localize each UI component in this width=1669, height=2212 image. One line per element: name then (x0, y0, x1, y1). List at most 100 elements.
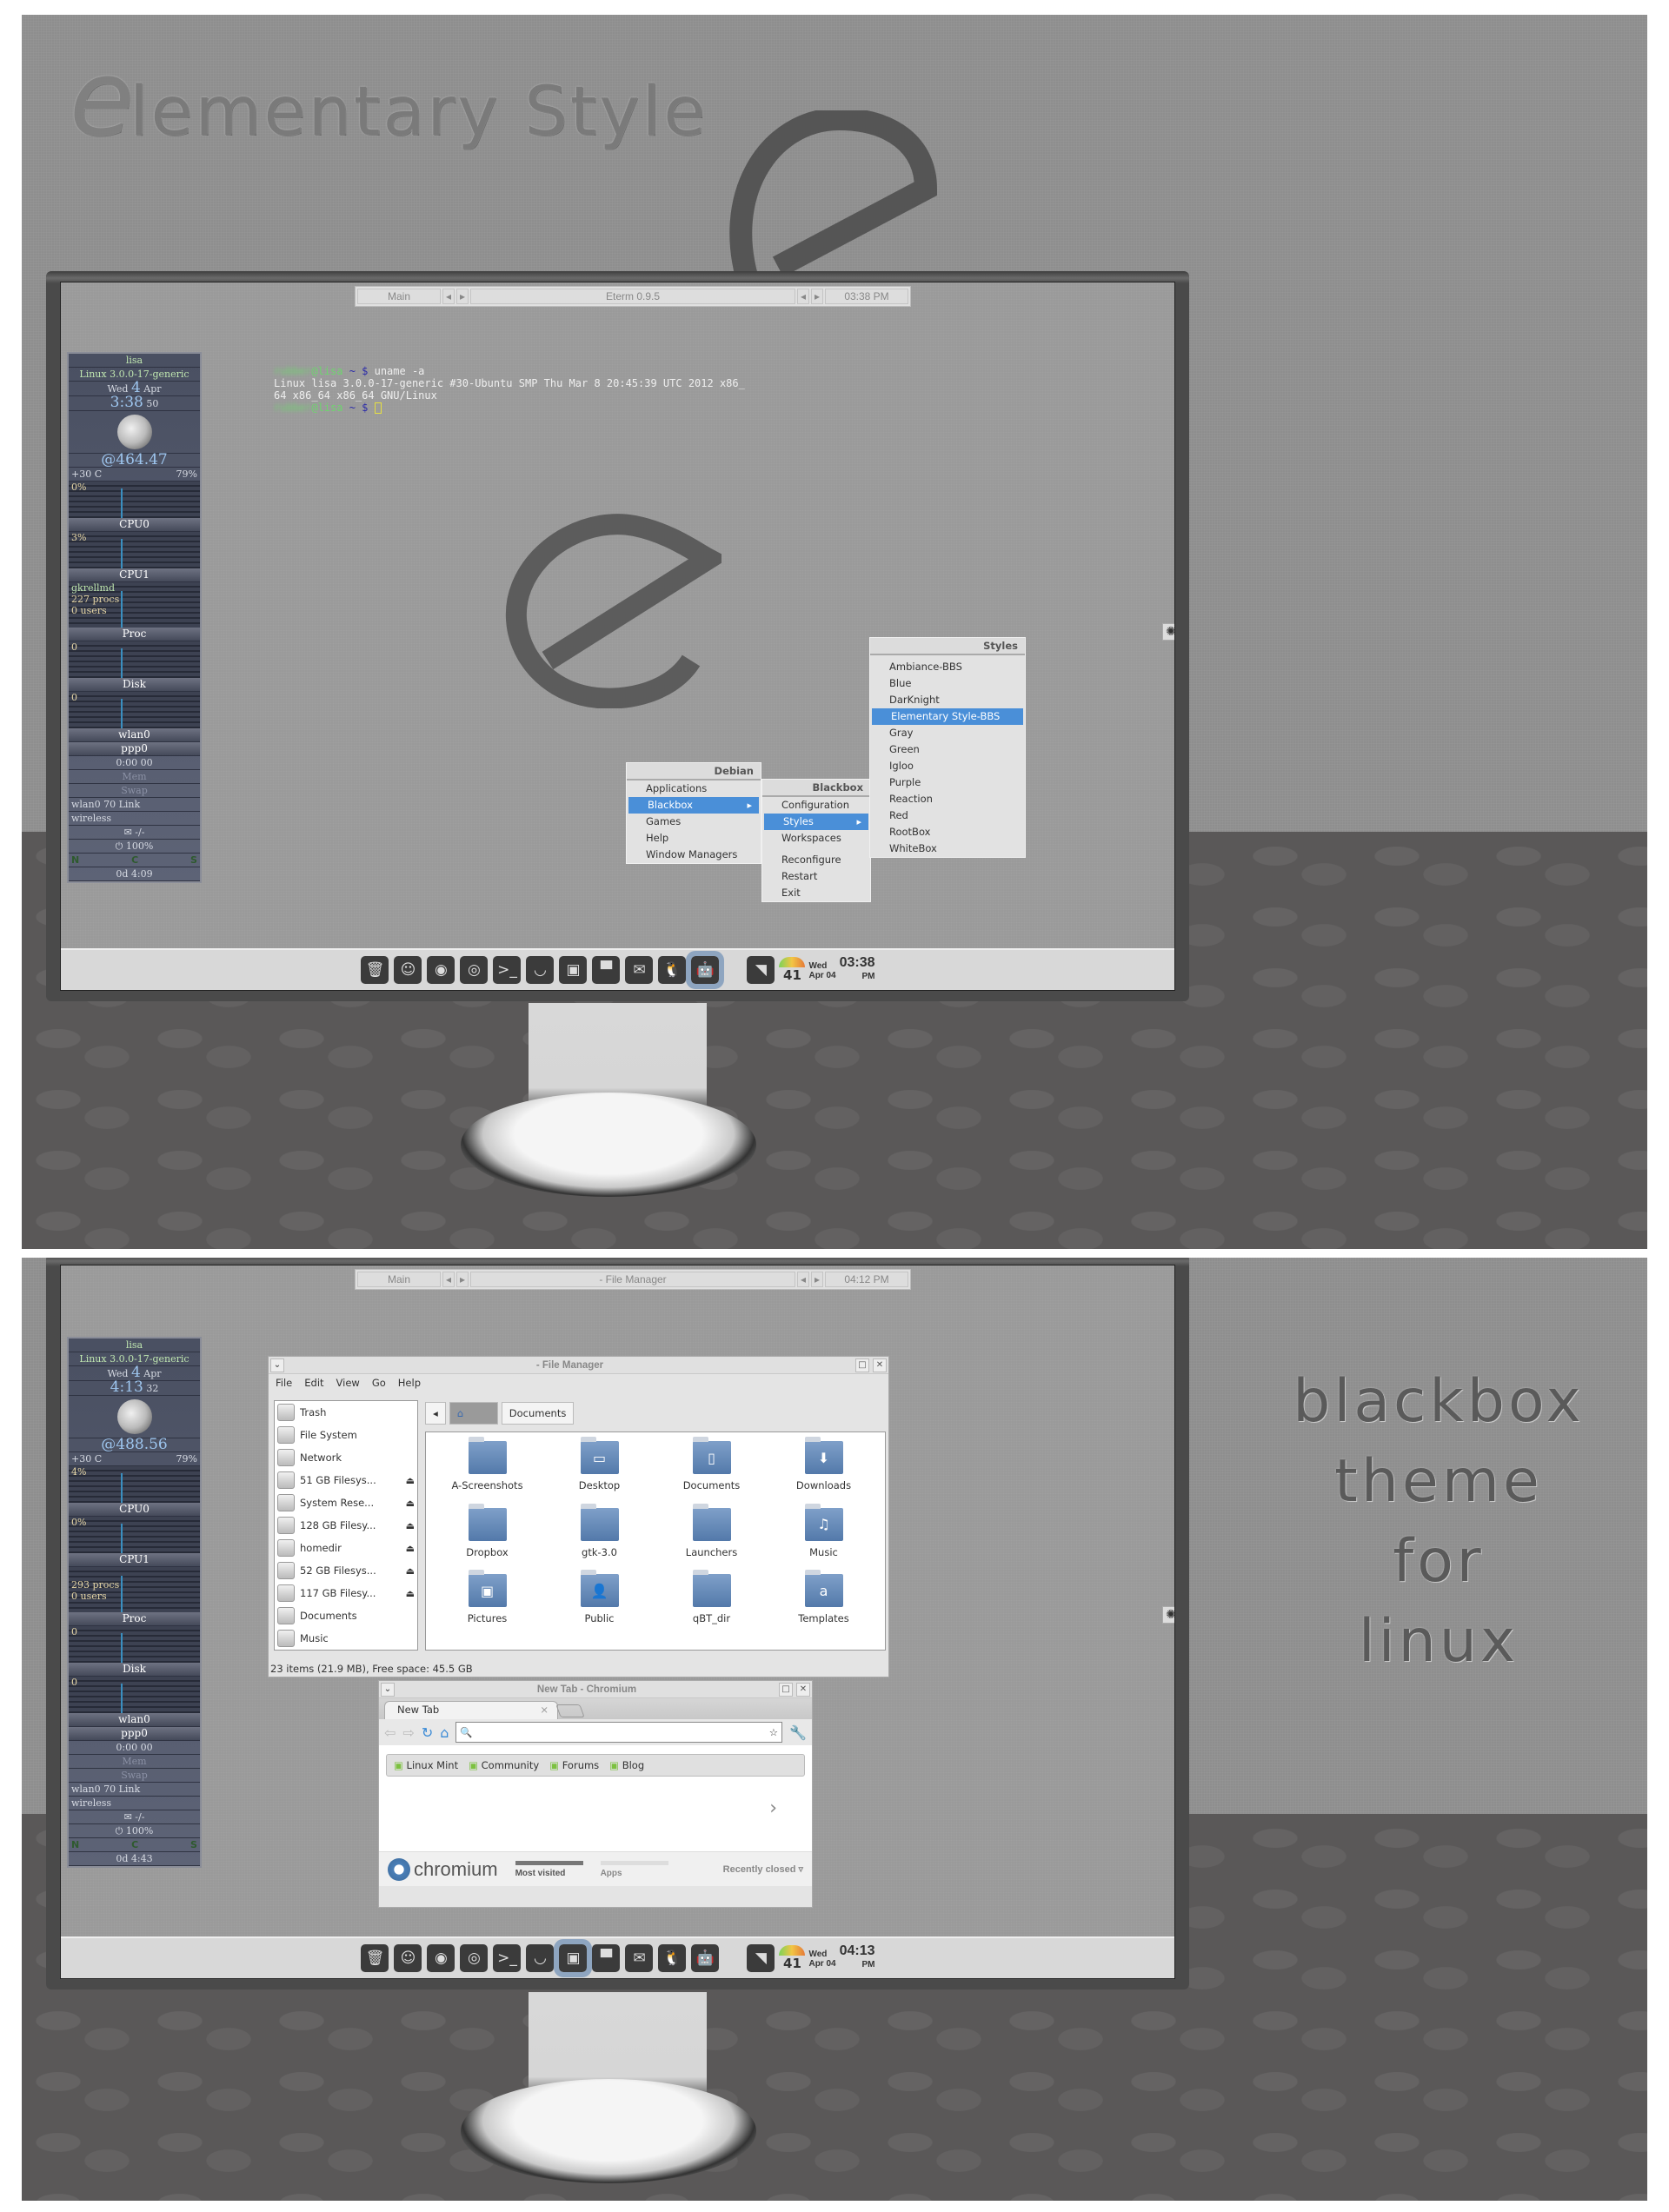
menu-item-style[interactable]: Igloo (870, 758, 1025, 774)
tab-new-tab[interactable]: New Tab × (384, 1701, 558, 1719)
rss-icon[interactable]: ◥ (747, 956, 775, 984)
file-item[interactable]: Launchers (655, 1503, 768, 1575)
dock-tux-icon[interactable]: 🐧 (658, 1944, 687, 1972)
menu-item-style[interactable]: Red (870, 807, 1025, 824)
dock-thunderbird-icon[interactable]: ✉ (625, 956, 654, 984)
menu-help[interactable]: Help (398, 1377, 421, 1389)
eterm-next-button-2[interactable]: ▸ (811, 1272, 823, 1287)
dock-tux-icon[interactable]: 🐧 (658, 956, 687, 984)
dock-chrome-icon[interactable]: ◎ (460, 956, 489, 984)
reload-icon[interactable]: ↻ (422, 1724, 433, 1741)
menu-file[interactable]: File (276, 1377, 292, 1389)
dock-chrome-icon[interactable]: ◎ (460, 1944, 489, 1972)
eterm-next-button[interactable]: ▸ (456, 1272, 469, 1287)
file-item[interactable]: ▣ Pictures (431, 1570, 543, 1641)
menu-item-window-managers[interactable]: Window Managers (627, 847, 761, 863)
path-home-button[interactable]: ⌂ (449, 1402, 498, 1425)
file-item[interactable]: qBT_dir (655, 1570, 768, 1641)
eject-icon[interactable]: ⏏ (406, 1498, 415, 1509)
file-item[interactable]: ⬇ Downloads (768, 1437, 880, 1508)
terminal-output[interactable]: rubber@lisa ~ $ uname -a Linux lisa 3.0.… (274, 365, 745, 414)
sidebar-item[interactable]: 52 GB Filesys... ⏏ (275, 1559, 417, 1582)
dock-android-icon[interactable]: 🤖 (686, 951, 725, 989)
menu-item-style[interactable]: Purple (870, 774, 1025, 791)
file-item[interactable]: 👤 Public (543, 1570, 655, 1641)
file-item[interactable]: ♫ Music (768, 1503, 880, 1575)
footer-tab-most-visited[interactable]: Most visited (515, 1860, 583, 1878)
menu-item-style[interactable]: WhiteBox (870, 840, 1025, 857)
eterm-main-tab[interactable]: Main (357, 1272, 441, 1287)
menu-item-reconfigure[interactable]: Reconfigure (762, 852, 870, 868)
menu-item-styles[interactable]: Styles (764, 814, 868, 830)
menu-edit[interactable]: Edit (304, 1377, 323, 1389)
forward-icon[interactable]: ⇨ (402, 1724, 414, 1741)
sidebar-item[interactable]: homedir ⏏ (275, 1537, 417, 1559)
taskbar-clock[interactable]: Wed Apr 04 04:13 PM (808, 1944, 874, 1972)
menu-item-applications[interactable]: Applications (627, 781, 761, 797)
eterm-next-button[interactable]: ▸ (456, 289, 469, 304)
rss-icon[interactable]: ◥ (747, 1944, 775, 1972)
file-item[interactable]: A-Screenshots (431, 1437, 543, 1508)
dock-gimp-icon[interactable]: ◡ (526, 1944, 555, 1972)
menu-item-blackbox[interactable]: Blackbox (628, 797, 759, 814)
path-back-button[interactable]: ◂ (425, 1402, 446, 1425)
menu-item-style[interactable]: Elementary Style-BBS (872, 708, 1023, 725)
sidebar-item[interactable]: Documents (275, 1604, 417, 1627)
file-item[interactable]: gtk-3.0 (543, 1503, 655, 1575)
file-manager-titlebar[interactable]: ⌄ - File Manager □ ✕ (269, 1357, 888, 1374)
dock-gimp-icon[interactable]: ◡ (526, 956, 555, 984)
sidebar-item[interactable]: 117 GB Filesy... ⏏ (275, 1582, 417, 1604)
menu-item-style[interactable]: RootBox (870, 824, 1025, 840)
bookmark-item[interactable]: Linux Mint (394, 1759, 459, 1771)
gear-icon[interactable]: ✺ (1162, 1606, 1174, 1624)
shade-button[interactable]: ⌄ (270, 1358, 284, 1372)
dock-trash-icon[interactable]: 🗑 (361, 956, 389, 984)
dock-finder-icon[interactable]: ☺ (394, 1944, 422, 1972)
back-icon[interactable]: ⇦ (384, 1724, 396, 1741)
eterm-prev-button-2[interactable]: ◂ (797, 1272, 809, 1287)
omnibox[interactable]: 🔍 ☆ (455, 1722, 783, 1743)
eterm-prev-button-2[interactable]: ◂ (797, 289, 809, 304)
next-page-chevron-icon[interactable]: › (769, 1797, 777, 1819)
menu-go[interactable]: Go (372, 1377, 386, 1389)
path-documents-button[interactable]: Documents (501, 1402, 575, 1425)
sidebar-item[interactable]: Music (275, 1627, 417, 1650)
dock-finder-icon[interactable]: ☺ (394, 956, 422, 984)
bookmark-item[interactable]: Forums (549, 1759, 599, 1771)
shade-button[interactable]: ⌄ (381, 1682, 395, 1697)
dock-firefox-icon[interactable]: ◉ (427, 956, 455, 984)
menu-item-help[interactable]: Help (627, 830, 761, 847)
menu-item-style[interactable]: Blue (870, 675, 1025, 692)
sidebar-item[interactable]: Trash (275, 1401, 417, 1424)
eject-icon[interactable]: ⏏ (406, 1475, 415, 1486)
recently-closed-menu[interactable]: Recently closed ▿ (723, 1863, 803, 1875)
dock-terminal-icon[interactable]: >_ (493, 1944, 522, 1972)
dock-file-manager-icon[interactable]: ▣ (554, 1939, 593, 1977)
chromium-titlebar[interactable]: ⌄ New Tab - Chromium □ ✕ (379, 1681, 812, 1698)
dock-box-icon[interactable]: ▀ (592, 956, 621, 984)
menu-item-style[interactable]: Reaction (870, 791, 1025, 807)
wrench-icon[interactable]: 🔧 (789, 1724, 807, 1741)
menu-view[interactable]: View (336, 1377, 360, 1389)
eterm-main-tab[interactable]: Main (357, 289, 441, 304)
dock-trash-icon[interactable]: 🗑 (361, 1944, 389, 1972)
dock-terminal-icon[interactable]: >_ (493, 956, 522, 984)
sidebar-item[interactable]: Network (275, 1446, 417, 1469)
eject-icon[interactable]: ⏏ (406, 1543, 415, 1554)
close-button[interactable]: ✕ (873, 1358, 887, 1372)
menu-item-style[interactable]: DarKnight (870, 692, 1025, 708)
menu-item-workspaces[interactable]: Workspaces (762, 830, 870, 847)
maximize-button[interactable]: □ (855, 1358, 869, 1372)
eject-icon[interactable]: ⏏ (406, 1588, 415, 1599)
star-icon[interactable]: ☆ (769, 1726, 778, 1738)
bookmark-item[interactable]: Blog (609, 1759, 644, 1771)
eject-icon[interactable]: ⏏ (406, 1565, 415, 1577)
menu-item-exit[interactable]: Exit (762, 885, 870, 901)
gear-icon[interactable]: ✺ (1162, 623, 1174, 641)
maximize-button[interactable]: □ (779, 1682, 793, 1697)
file-item[interactable]: ▯ Documents (655, 1437, 768, 1508)
menu-item-restart[interactable]: Restart (762, 868, 870, 885)
sidebar-item[interactable]: System Rese... ⏏ (275, 1491, 417, 1514)
eterm-next-button-2[interactable]: ▸ (811, 289, 823, 304)
file-item[interactable]: Dropbox (431, 1503, 543, 1575)
